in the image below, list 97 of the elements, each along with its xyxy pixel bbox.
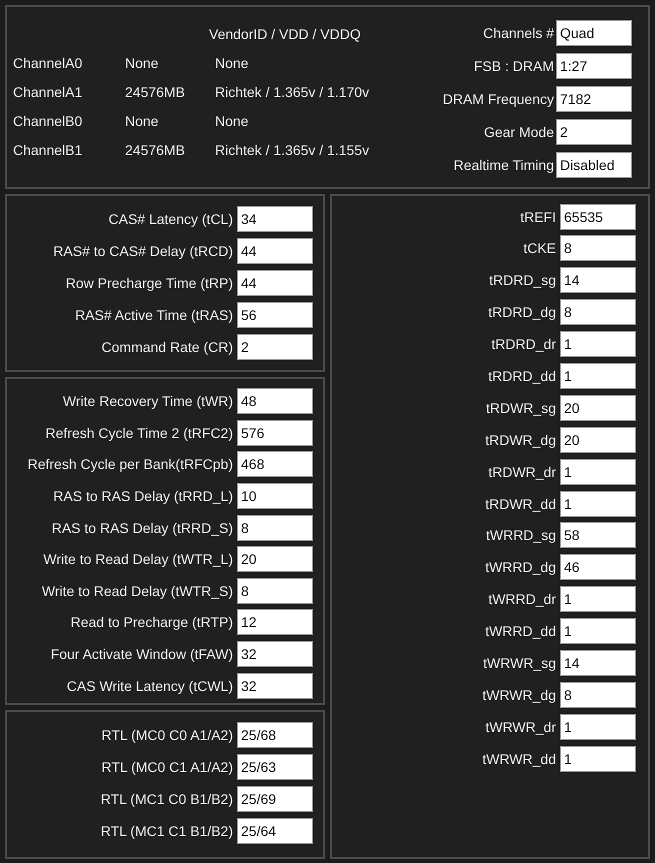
- channel-vendor: None: [215, 112, 250, 128]
- timing-label: Write to Read Delay (tWTR_L): [43, 551, 233, 568]
- timing-label: RAS to RAS Delay (tRRD_L): [53, 488, 233, 504]
- value-field[interactable]: 14: [560, 267, 636, 294]
- value-field[interactable]: 8: [560, 299, 636, 326]
- value-field[interactable]: 56: [237, 302, 313, 328]
- value-field[interactable]: 32: [237, 672, 313, 699]
- value-field[interactable]: 1: [560, 331, 636, 358]
- timing-label: Write Recovery Time (tWR): [62, 393, 233, 410]
- timing-label: Command Rate (CR): [102, 338, 233, 354]
- timing-label: tRDWR_dd: [485, 496, 556, 512]
- timing-label: tWRRD_dg: [485, 559, 556, 576]
- value-field[interactable]: 1: [560, 714, 636, 740]
- column-header: VendorID / VDD / VDDQ: [209, 26, 361, 42]
- timing-label: RAS to RAS Delay (tRRD_S): [52, 520, 233, 536]
- value-field[interactable]: Disabled: [556, 152, 632, 178]
- timing-label: RTL (MC1 C0 B1/B2): [100, 790, 233, 806]
- timing-label: Write to Read Delay (tWTR_S): [42, 582, 233, 599]
- value-field[interactable]: 7182: [556, 86, 632, 112]
- channel-name: ChannelA0: [13, 54, 84, 70]
- timing-label: tWRWR_sg: [483, 654, 556, 671]
- timing-label: CAS# Latency (tCL): [108, 210, 233, 226]
- value-field[interactable]: 58: [560, 522, 636, 548]
- value-field[interactable]: 46: [560, 554, 636, 580]
- setting-label: Gear Mode: [484, 124, 554, 140]
- value-field[interactable]: 1: [560, 362, 636, 389]
- channel-size: None: [125, 54, 160, 70]
- value-field[interactable]: 468: [237, 451, 313, 478]
- value-field[interactable]: 1: [560, 618, 636, 644]
- value-field[interactable]: 8: [237, 514, 313, 541]
- value-field[interactable]: 576: [237, 420, 313, 446]
- value-field[interactable]: 20: [560, 426, 636, 453]
- timing-label: tCKE: [523, 240, 556, 256]
- timing-label: CAS Write Latency (tCWL): [66, 678, 233, 694]
- timing-label: tRDRD_dr: [491, 336, 556, 352]
- channel-name: ChannelB0: [13, 112, 84, 128]
- timing-label: RTL (MC0 C0 A1/A2): [102, 726, 233, 742]
- channel-vendor: Richtek / 1.365v / 1.155v: [215, 142, 370, 158]
- value-field[interactable]: 12: [237, 609, 313, 636]
- setting-label: FSB : DRAM: [474, 58, 554, 74]
- value-field[interactable]: 65535: [560, 204, 636, 230]
- timing-label: tWRRD_sg: [486, 527, 556, 544]
- value-field[interactable]: 25/63: [237, 754, 313, 780]
- timing-label: RAS# Active Time (tRAS): [75, 306, 233, 322]
- timing-label: Refresh Cycle per Bank(tRFCpb): [28, 456, 233, 472]
- value-field[interactable]: 14: [560, 650, 636, 676]
- timing-label: Read to Precharge (tRTP): [70, 614, 233, 630]
- value-field[interactable]: 1: [560, 490, 636, 517]
- timing-label: tREFI: [520, 208, 556, 224]
- value-field[interactable]: 1: [560, 458, 636, 485]
- value-field[interactable]: 44: [237, 238, 313, 264]
- timing-label: Row Precharge Time (tRP): [66, 274, 233, 290]
- channel-size: 24576MB: [125, 142, 186, 158]
- channel-vendor: None: [215, 54, 250, 70]
- timing-label: RTL (MC0 C1 A1/A2): [102, 758, 233, 774]
- timing-label: tWRWR_dd: [482, 750, 556, 767]
- timing-label: tRDRD_dg: [488, 304, 556, 320]
- value-field[interactable]: 10: [237, 483, 313, 510]
- setting-label: Realtime Timing: [454, 156, 554, 172]
- value-field[interactable]: Quad: [556, 20, 632, 46]
- setting-label: DRAM Frequency: [442, 90, 554, 106]
- timing-label: tRDWR_sg: [486, 400, 556, 416]
- value-field[interactable]: 2: [556, 118, 632, 144]
- value-field[interactable]: 20: [237, 546, 313, 572]
- channel-name: ChannelA1: [13, 84, 84, 100]
- channel-vendor: Richtek / 1.365v / 1.170v: [215, 84, 370, 100]
- timing-label: tRDWR_dr: [488, 464, 556, 480]
- value-field[interactable]: 8: [237, 578, 313, 604]
- channel-size: 24576MB: [125, 84, 186, 100]
- value-field[interactable]: 8: [560, 682, 636, 708]
- channel-size: None: [125, 112, 160, 128]
- value-field[interactable]: 25/69: [237, 786, 313, 812]
- value-field[interactable]: 44: [237, 270, 313, 296]
- value-field[interactable]: 32: [237, 641, 313, 668]
- channel-name: ChannelB1: [13, 142, 84, 158]
- value-field[interactable]: 1:27: [556, 52, 632, 78]
- value-field[interactable]: 1: [560, 586, 636, 612]
- timing-label: tWRRD_dr: [488, 591, 556, 608]
- value-field[interactable]: 25/64: [237, 818, 313, 844]
- value-field[interactable]: 25/68: [237, 722, 313, 748]
- timing-label: tRDRD_dd: [488, 368, 556, 384]
- timing-label: tRDRD_sg: [489, 272, 556, 288]
- value-field[interactable]: 2: [237, 334, 313, 360]
- timing-label: Four Activate Window (tFAW): [50, 646, 233, 662]
- timing-label: tWRWR_dg: [482, 686, 556, 703]
- timing-label: tRDWR_dg: [485, 432, 556, 448]
- value-field[interactable]: 34: [237, 206, 313, 232]
- value-field[interactable]: 8: [560, 235, 636, 262]
- timing-label: RTL (MC1 C1 B1/B2): [100, 822, 233, 838]
- timing-label: tWRRD_dd: [485, 623, 556, 640]
- timing-label: tWRWR_dr: [485, 718, 556, 735]
- setting-label: Channels #: [483, 24, 554, 40]
- value-field[interactable]: 1: [560, 746, 636, 772]
- value-field[interactable]: 48: [237, 388, 313, 414]
- timing-label: RAS# to CAS# Delay (tRCD): [53, 242, 233, 258]
- timing-label: Refresh Cycle Time 2 (tRFC2): [46, 424, 233, 441]
- value-field[interactable]: 20: [560, 394, 636, 421]
